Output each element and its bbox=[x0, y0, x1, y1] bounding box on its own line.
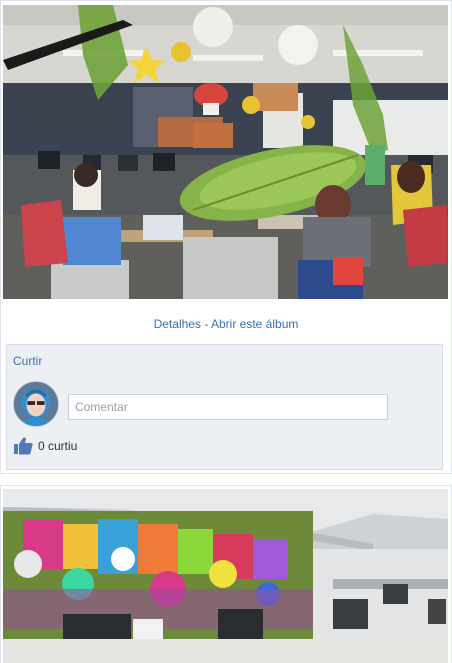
likes-summary: 0 curtiu bbox=[13, 435, 77, 457]
like-link[interactable]: Curtir bbox=[13, 354, 42, 368]
album-post-card bbox=[0, 485, 452, 663]
thumbs-up-icon bbox=[13, 436, 33, 456]
album-post-card: Detalhes - Abrir este álbum Curtir Comen… bbox=[0, 0, 452, 474]
social-panel: Curtir 0 curtiu bbox=[6, 344, 443, 470]
open-album-link[interactable]: Abrir este álbum bbox=[211, 317, 298, 331]
office-photo[interactable] bbox=[3, 489, 448, 663]
album-links: Detalhes - Abrir este álbum bbox=[1, 317, 451, 331]
comment-input[interactable] bbox=[68, 394, 388, 420]
office-photo-image bbox=[3, 5, 448, 299]
office-photo[interactable] bbox=[3, 5, 448, 299]
details-link[interactable]: Detalhes bbox=[154, 317, 201, 331]
likes-count: 0 curtiu bbox=[38, 439, 78, 453]
avatar-image bbox=[14, 382, 58, 426]
links-separator: - bbox=[204, 317, 209, 331]
office-photo-image bbox=[3, 489, 448, 663]
user-avatar[interactable] bbox=[13, 381, 59, 427]
